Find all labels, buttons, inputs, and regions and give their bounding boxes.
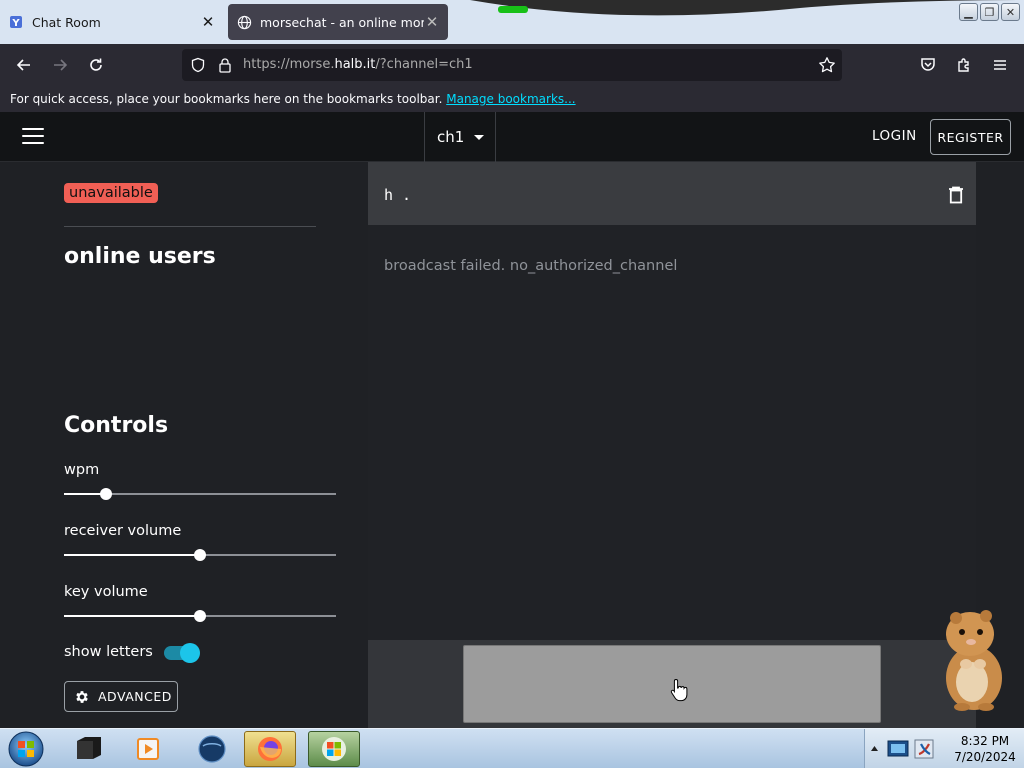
status-badge: unavailable — [64, 183, 158, 203]
tab-title: Chat Room — [32, 14, 101, 30]
browser-tab-strip: Y Chat Room ✕ morsechat - an online mors… — [0, 0, 1024, 44]
action-center-icon[interactable] — [913, 738, 935, 760]
svg-text:Y: Y — [11, 18, 20, 29]
pocket-icon — [921, 58, 935, 71]
tab-morsechat[interactable]: morsechat - an online morse c ✕ — [228, 4, 448, 40]
bookmarks-toolbar: For quick access, place your bookmarks h… — [0, 86, 1024, 112]
taskbar-clock[interactable]: 8:32 PM 7/20/2024 — [947, 733, 1023, 765]
back-arrow-icon — [16, 59, 30, 71]
chat-panel: h . broadcast failed. no_authorized_chan… — [368, 162, 976, 728]
show-letters-label: show letters — [64, 644, 153, 660]
slider-thumb[interactable] — [100, 488, 113, 500]
restore-window-button[interactable]: ❐ — [980, 3, 999, 21]
pocket-button[interactable] — [913, 50, 943, 80]
gear-icon — [76, 690, 88, 703]
clock-time: 8:32 PM — [960, 734, 1010, 748]
advanced-button[interactable]: ADVANCED — [64, 681, 178, 712]
taskbar-globe-app[interactable] — [186, 731, 238, 767]
shield-icon[interactable] — [190, 57, 206, 73]
left-sidebar: unavailable online users Controls wpm re… — [0, 162, 368, 728]
hamster-mascot-image — [946, 610, 1002, 711]
advanced-label: ADVANCED — [98, 689, 172, 704]
minimize-window-button[interactable]: ▁ — [959, 3, 978, 21]
taskbar-windows-app[interactable] — [308, 731, 360, 767]
app-header: ch1 LOGIN REGISTER — [0, 112, 1024, 162]
channel-label: ch1 — [437, 128, 465, 146]
puzzle-icon — [958, 58, 969, 72]
windows-taskbar: 8:32 PM 7/20/2024 — [0, 728, 1024, 768]
globe-app-icon — [198, 735, 226, 763]
menu-icon — [994, 60, 1006, 70]
show-letters-toggle[interactable] — [164, 643, 200, 663]
terminal-icon — [77, 737, 101, 759]
tray-expand-icon[interactable] — [870, 744, 879, 752]
slider-thumb[interactable] — [194, 610, 206, 622]
tab-chat-room[interactable]: Y Chat Room ✕ — [0, 4, 224, 40]
login-button[interactable]: LOGIN — [872, 128, 917, 144]
network-icon[interactable] — [887, 738, 909, 760]
bookmarks-hint: For quick access, place your bookmarks h… — [10, 92, 443, 106]
url-suffix: /?channel=ch1 — [375, 57, 473, 72]
url-prefix: https://morse. — [243, 57, 335, 72]
tab-close-icon[interactable]: ✕ — [424, 13, 440, 31]
receiver-volume-label: receiver volume — [64, 523, 182, 539]
forward-arrow-icon — [54, 59, 68, 71]
message-preview-bar: h . — [368, 162, 976, 225]
key-volume-label: key volume — [64, 584, 148, 600]
window-frame-ornament — [470, 0, 1024, 16]
divider — [64, 226, 316, 227]
hamburger-menu-icon[interactable] — [22, 128, 44, 146]
online-users-heading: online users — [64, 244, 216, 269]
reload-button[interactable] — [81, 50, 111, 80]
taskbar-media-player[interactable] — [122, 731, 174, 767]
broadcast-error-message: broadcast failed. no_authorized_channel — [384, 258, 678, 274]
receiver-volume-slider[interactable] — [64, 548, 336, 562]
url-bar[interactable]: https://morse.halb.it/?channel=ch1 — [182, 49, 842, 81]
channel-select[interactable]: ch1 — [424, 112, 496, 162]
close-window-button[interactable]: ✕ — [1001, 3, 1020, 21]
star-bookmark-icon[interactable] — [818, 56, 836, 74]
clock-date: 7/20/2024 — [954, 750, 1016, 764]
trash-icon[interactable] — [948, 186, 964, 204]
tab-title: morsechat - an online morse c — [260, 14, 424, 30]
register-button[interactable]: REGISTER — [930, 119, 1011, 155]
tab-close-icon[interactable]: ✕ — [200, 13, 216, 31]
lock-icon[interactable] — [218, 57, 232, 73]
start-orb-icon[interactable] — [6, 730, 46, 768]
back-button[interactable] — [9, 50, 39, 80]
extensions-button[interactable] — [949, 50, 979, 80]
caret-down-icon — [474, 134, 485, 140]
manage-bookmarks-link[interactable]: Manage bookmarks... — [446, 92, 575, 106]
taskbar-firefox[interactable] — [244, 731, 296, 767]
wpm-label: wpm — [64, 462, 100, 478]
browser-navbar: https://morse.halb.it/?channel=ch1 — [0, 44, 1024, 86]
message-input-text: h . — [384, 186, 412, 204]
reload-icon — [90, 58, 102, 71]
taskbar-terminal[interactable] — [62, 731, 114, 767]
system-tray: 8:32 PM 7/20/2024 — [864, 729, 1024, 768]
wpm-slider[interactable] — [64, 487, 336, 501]
url-domain: halb.it — [334, 57, 376, 72]
firefox-icon — [258, 737, 282, 761]
slider-thumb[interactable] — [194, 549, 206, 561]
forward-button[interactable] — [45, 50, 75, 80]
media-player-icon — [137, 738, 159, 760]
chatroom-favicon: Y — [8, 14, 24, 30]
globe-icon — [236, 14, 252, 30]
url-text[interactable]: https://morse.halb.it/?channel=ch1 — [243, 57, 473, 72]
hand-cursor-icon — [670, 678, 688, 702]
key-volume-slider[interactable] — [64, 609, 336, 623]
app-menu-button[interactable] — [985, 50, 1015, 80]
controls-heading: Controls — [64, 413, 169, 438]
windows-logo-icon — [322, 737, 346, 761]
